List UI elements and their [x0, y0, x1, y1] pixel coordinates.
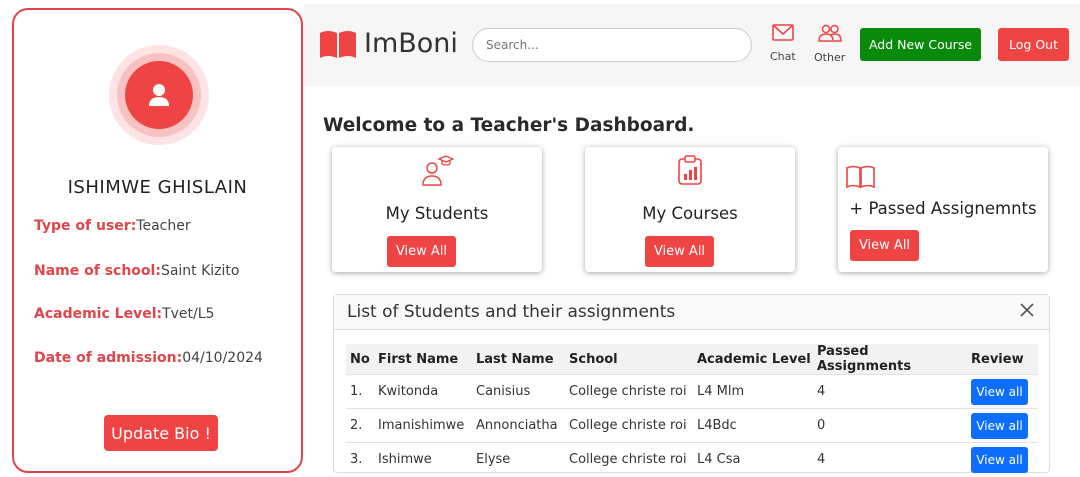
info-value: Teacher [136, 218, 191, 234]
info-key: Date of admission: [34, 350, 183, 366]
card-title: My Students [385, 204, 489, 223]
view-all-button[interactable]: View all [971, 446, 1028, 473]
cell-level: L4 Csa [693, 442, 813, 477]
table-row: 1. Kwitonda Canisius College christe roi… [346, 374, 1038, 409]
log-out-button[interactable]: Log Out [998, 28, 1069, 61]
profile-card: ISHIMWE GHISLAIN Type of user:Teacher Na… [12, 8, 303, 473]
info-key: Name of school: [34, 263, 161, 279]
col-header: Passed Assignments [813, 344, 967, 375]
cell-last-name: Elyse [472, 442, 565, 477]
cell-review: View all [967, 442, 1038, 477]
users-icon [817, 24, 842, 42]
table-row: 2. Imanishimwe Annonciatha College chris… [346, 408, 1038, 443]
cell-school: College christe roi [565, 374, 693, 409]
book-logo-icon [320, 31, 356, 58]
add-new-course-button[interactable]: Add New Course [860, 28, 981, 61]
header: ImBoni Chat Other Add New Course Log Out [304, 4, 1080, 86]
cell-first-name: Imanishimwe [374, 408, 472, 443]
open-book-icon [846, 165, 875, 189]
info-type-of-user: Type of user:Teacher [34, 218, 191, 234]
info-academic-level: Academic Level:Tvet/L5 [34, 306, 214, 322]
view-all-button[interactable]: View all [971, 378, 1028, 405]
user-icon [149, 84, 169, 106]
view-all-students-button[interactable]: View All [387, 236, 456, 267]
col-header: School [565, 344, 693, 375]
cell-passed: 0 [813, 408, 967, 443]
info-date-of-admission: Date of admission:04/10/2024 [34, 350, 263, 366]
col-header: No [346, 344, 374, 375]
students-table: No First Name Last Name School Academic … [346, 344, 1038, 477]
page-title: Welcome to a Teacher's Dashboard. [323, 115, 695, 136]
mail-icon [772, 24, 794, 41]
cell-first-name: Ishimwe [374, 442, 472, 477]
card-title: + Passed Assignemnts [849, 199, 1037, 218]
view-all-courses-button[interactable]: View All [645, 236, 714, 267]
info-key: Academic Level: [34, 306, 163, 322]
card-my-students: My Students View All [332, 147, 542, 272]
close-icon[interactable] [1019, 302, 1035, 323]
col-header: Review [967, 344, 1038, 375]
card-my-courses: My Courses View All [585, 147, 795, 272]
info-value: Saint Kizito [160, 263, 240, 279]
avatar [109, 45, 209, 145]
cell-last-name: Annonciatha [472, 408, 565, 443]
logo-text: ImBoni [364, 28, 458, 59]
students-table-card: List of Students and their assignments N… [333, 294, 1050, 477]
logo[interactable]: ImBoni [318, 28, 458, 59]
cell-level: L4Bdc [693, 408, 813, 443]
update-bio-button[interactable]: Update Bio ! [104, 415, 218, 451]
cell-no: 1. [346, 374, 374, 409]
student-icon [422, 155, 454, 186]
col-header: Academic Level [693, 344, 813, 375]
chat-label: Chat [770, 50, 796, 63]
col-header: First Name [374, 344, 472, 375]
profile-name: ISHIMWE GHISLAIN [67, 177, 248, 198]
clipboard-chart-icon [678, 155, 702, 185]
chat-nav[interactable]: Chat [770, 24, 796, 63]
cell-last-name: Canisius [472, 374, 565, 409]
other-label: Other [814, 51, 846, 64]
view-all-assignments-button[interactable]: View All [850, 230, 919, 261]
table-header-bar: List of Students and their assignments [334, 295, 1049, 330]
cell-review: View all [967, 408, 1038, 443]
cell-level: L4 Mlm [693, 374, 813, 409]
table-header-row: No First Name Last Name School Academic … [346, 344, 1038, 375]
info-key: Type of user: [34, 218, 137, 234]
cell-no: 2. [346, 408, 374, 443]
cell-passed: 4 [813, 374, 967, 409]
view-all-button[interactable]: View all [971, 412, 1028, 439]
cell-school: College christe roi [565, 408, 693, 443]
other-nav[interactable]: Other [814, 24, 845, 64]
table-title: List of Students and their assignments [347, 302, 676, 322]
cell-school: College christe roi [565, 442, 693, 477]
cell-first-name: Kwitonda [374, 374, 472, 409]
cell-review: View all [967, 374, 1038, 409]
info-value: 04/10/2024 [182, 350, 263, 366]
cell-passed: 4 [813, 442, 967, 477]
info-value: Tvet/L5 [162, 306, 215, 322]
col-header: Last Name [472, 344, 565, 375]
search-input[interactable] [472, 28, 752, 62]
table-row: 3. Ishimwe Elyse College christe roi L4 … [346, 442, 1038, 477]
cell-no: 3. [346, 442, 374, 477]
info-school: Name of school:Saint Kizito [34, 263, 239, 279]
card-title: My Courses [642, 204, 738, 223]
card-passed-assignments: + Passed Assignemnts View All [838, 147, 1048, 272]
